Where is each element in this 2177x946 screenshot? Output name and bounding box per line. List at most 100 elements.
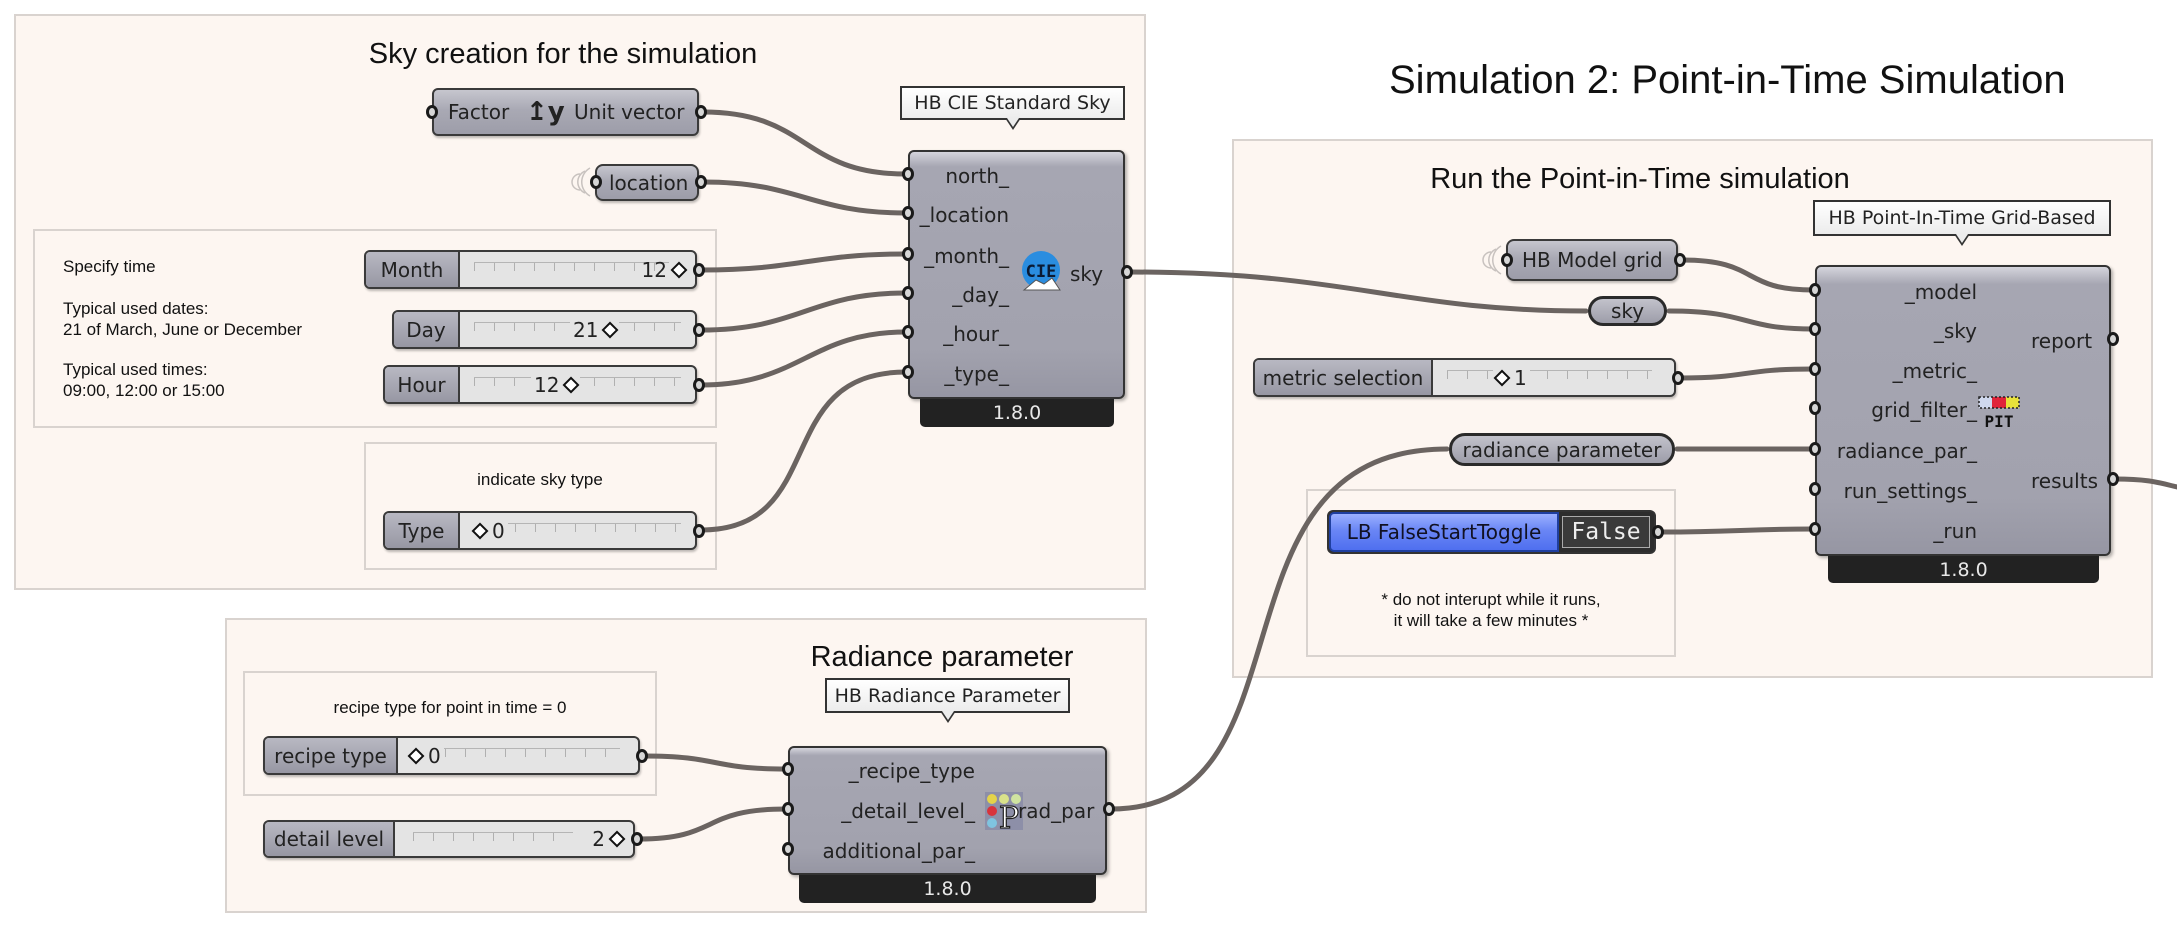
slider-grip-icon[interactable] bbox=[562, 376, 580, 393]
radiance-parameter-relay[interactable]: radiance parameter bbox=[1449, 433, 1675, 466]
recipe-type-input-port[interactable] bbox=[782, 762, 794, 776]
toggle-value[interactable]: False bbox=[1562, 516, 1650, 548]
note-do-not-interrupt: * do not interupt while it runs, it will… bbox=[1381, 590, 1601, 630]
slider-grip-icon[interactable] bbox=[601, 321, 619, 338]
month-slider[interactable]: Month 12 bbox=[364, 250, 697, 289]
recipe-slider-label: recipe type bbox=[265, 738, 398, 773]
input-north: north_ bbox=[945, 164, 1009, 188]
month-slider-track[interactable] bbox=[474, 262, 669, 275]
hb-cie-standard-sky-component[interactable]: north_ _location _month_ _day_ _hour_ _t… bbox=[908, 150, 1125, 399]
wireless-signal-icon bbox=[1482, 245, 1502, 275]
detail-level-input-port[interactable] bbox=[782, 802, 794, 816]
hour-slider-value[interactable]: 12 bbox=[531, 372, 581, 397]
factor-input-port[interactable] bbox=[426, 105, 438, 119]
wire-model-to-model bbox=[1679, 257, 1816, 293]
input-grid-filter: grid_filter_ bbox=[1871, 398, 1977, 422]
svg-text:CIE: CIE bbox=[1026, 262, 1057, 282]
input-sky: _sky bbox=[1933, 319, 1977, 343]
metric-output-port[interactable] bbox=[1672, 371, 1684, 385]
recipe-slider-value[interactable]: 0 bbox=[407, 743, 444, 768]
model-input-port[interactable] bbox=[1809, 283, 1821, 297]
unit-vector-output-port[interactable] bbox=[695, 105, 707, 119]
hb-point-in-time-grid-based-component[interactable]: _model _sky _metric_ grid_filter_ radian… bbox=[1815, 265, 2111, 556]
radiance-par-input-port[interactable] bbox=[1809, 442, 1821, 456]
type-input-port[interactable] bbox=[902, 365, 914, 379]
note-indicate-sky-type: indicate sky type bbox=[477, 470, 603, 489]
metric-slider-label: metric selection bbox=[1255, 360, 1433, 395]
detail-slider-label: detail level bbox=[265, 822, 395, 856]
day-input-port[interactable] bbox=[902, 286, 914, 300]
hour-slider[interactable]: Hour 12 bbox=[383, 365, 697, 404]
location-output-port[interactable] bbox=[695, 175, 707, 189]
recipe-slider-track[interactable] bbox=[425, 748, 620, 761]
sky-input-port[interactable] bbox=[1809, 322, 1821, 336]
recipe-type-slider[interactable]: recipe type 0 bbox=[263, 736, 640, 775]
day-slider-value[interactable]: 21 bbox=[570, 317, 620, 342]
svg-text:P: P bbox=[999, 801, 1019, 832]
unit-vector-output-label: Unit vector bbox=[574, 100, 685, 124]
additional-par-input-port[interactable] bbox=[782, 842, 794, 856]
pit-tooltip: HB Point-In-Time Grid-Based bbox=[1813, 200, 2111, 246]
wire-unit-vector-to-north bbox=[700, 109, 909, 177]
slider-grip-icon[interactable] bbox=[670, 261, 688, 278]
slider-grip-icon[interactable] bbox=[471, 522, 489, 539]
location-input-port[interactable] bbox=[902, 206, 914, 220]
slider-grip-icon[interactable] bbox=[1493, 369, 1511, 386]
day-slider[interactable]: Day 21 bbox=[392, 310, 697, 349]
input-metric: _metric_ bbox=[1892, 359, 1977, 383]
hour-output-port[interactable] bbox=[693, 378, 705, 392]
unit-y-vector-node[interactable]: Factor ↥y Unit vector bbox=[432, 88, 699, 136]
input-run: _run bbox=[1933, 519, 1977, 543]
sky-output-port[interactable] bbox=[1121, 265, 1133, 279]
hour-input-port[interactable] bbox=[902, 325, 914, 339]
month-output-port[interactable] bbox=[693, 263, 705, 277]
run-input-port[interactable] bbox=[1809, 522, 1821, 536]
results-output-port[interactable] bbox=[2107, 472, 2119, 486]
toggle-output-port[interactable] bbox=[1652, 525, 1664, 539]
type-slider-value[interactable]: 0 bbox=[471, 518, 508, 543]
rad-par-output-port[interactable] bbox=[1103, 802, 1115, 816]
type-slider-track[interactable] bbox=[495, 523, 681, 536]
pit-version-bar: 1.8.0 bbox=[1828, 556, 2099, 583]
cie-version-bar: 1.8.0 bbox=[920, 399, 1114, 427]
hb-model-grid-param[interactable]: HB Model grid bbox=[1506, 239, 1678, 281]
hb-radiance-parameter-component[interactable]: _recipe_type _detail_level_ additional_p… bbox=[788, 746, 1107, 875]
sky-relay[interactable]: sky bbox=[1588, 296, 1667, 326]
factor-input-label: Factor bbox=[448, 100, 510, 124]
note-typical-times-heading: Typical used times: bbox=[63, 360, 208, 379]
false-start-toggle[interactable]: LB FalseStartToggle False bbox=[1327, 510, 1656, 554]
month-slider-value[interactable]: 12 bbox=[642, 258, 688, 282]
month-input-port[interactable] bbox=[902, 247, 914, 261]
input-recipe-type: _recipe_type bbox=[848, 759, 975, 783]
metric-input-port[interactable] bbox=[1809, 362, 1821, 376]
location-param[interactable]: location bbox=[595, 164, 699, 201]
slider-grip-icon[interactable] bbox=[407, 747, 425, 764]
day-output-port[interactable] bbox=[693, 323, 705, 337]
model-grid-input-port[interactable] bbox=[1501, 253, 1513, 267]
detail-level-slider[interactable]: detail level 2 bbox=[263, 820, 635, 858]
type-output-port[interactable] bbox=[693, 524, 705, 538]
wire-month-to-month bbox=[698, 251, 909, 273]
metric-slider-track[interactable] bbox=[1447, 370, 1652, 383]
recipe-output-port[interactable] bbox=[636, 749, 648, 763]
sky-type-slider[interactable]: Type 0 bbox=[383, 511, 697, 550]
toggle-label: LB FalseStartToggle bbox=[1329, 512, 1559, 552]
detail-output-port[interactable] bbox=[631, 832, 643, 846]
model-grid-output-port[interactable] bbox=[1674, 253, 1686, 267]
run-settings-input-port[interactable] bbox=[1809, 482, 1821, 496]
detail-slider-track[interactable] bbox=[413, 832, 573, 845]
report-output-port[interactable] bbox=[2107, 332, 2119, 346]
slider-grip-icon[interactable] bbox=[608, 830, 626, 848]
metric-slider-value[interactable]: 1 bbox=[1493, 365, 1530, 390]
location-input-port[interactable] bbox=[590, 175, 602, 189]
input-model: _model bbox=[1904, 280, 1977, 304]
grid-filter-input-port[interactable] bbox=[1809, 401, 1821, 415]
month-slider-label: Month bbox=[366, 252, 460, 287]
detail-slider-value[interactable]: 2 bbox=[592, 827, 626, 851]
unit-y-vector-icon: ↥y bbox=[526, 97, 565, 127]
radiance-version-bar: 1.8.0 bbox=[799, 875, 1096, 903]
metric-selection-slider[interactable]: metric selection 1 bbox=[1253, 358, 1676, 397]
output-results: results bbox=[2031, 469, 2099, 493]
north-input-port[interactable] bbox=[902, 167, 914, 181]
input-location: _location bbox=[919, 203, 1009, 227]
